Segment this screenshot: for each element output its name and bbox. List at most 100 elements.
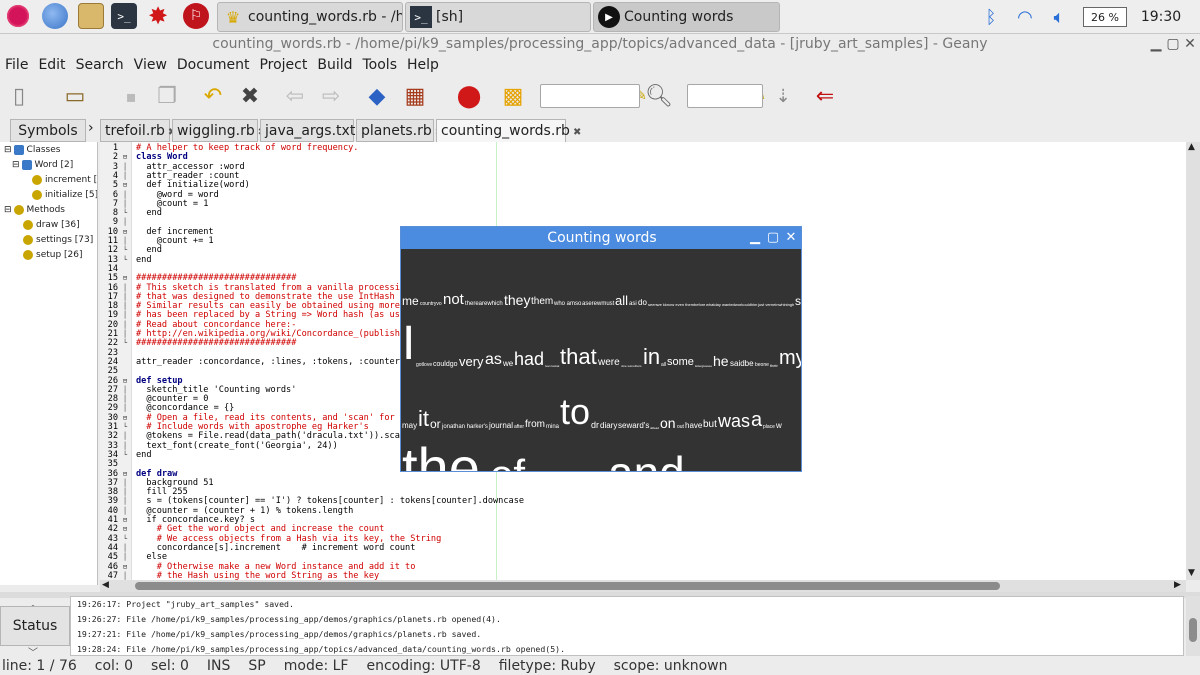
- fold-marker-icon[interactable]: │: [121, 293, 129, 302]
- menu-edit[interactable]: Edit: [38, 57, 65, 73]
- fold-marker-icon[interactable]: │: [121, 497, 129, 506]
- new-file-icon[interactable]: ▯: [4, 81, 34, 111]
- tab-scroll-arrow-icon[interactable]: ›: [88, 120, 94, 136]
- tree-methods[interactable]: ⊟ Methods: [4, 203, 65, 217]
- clock[interactable]: 19:30: [1127, 0, 1195, 34]
- fold-marker-icon[interactable]: └: [121, 246, 129, 255]
- fold-marker-icon[interactable]: │: [121, 507, 129, 516]
- fold-marker-icon[interactable]: [121, 460, 129, 469]
- menu-tools[interactable]: Tools: [363, 57, 398, 73]
- tree-initialize[interactable]: initialize [5]: [32, 188, 97, 202]
- scroll-left-icon[interactable]: ◀: [102, 580, 109, 590]
- message-scroll-thumb[interactable]: [1189, 618, 1197, 642]
- code-line[interactable]: attr_reader :concordance, :lines, :token…: [136, 357, 400, 367]
- fold-marker-icon[interactable]: ⊟: [121, 181, 129, 190]
- editor-horizontal-scrollbar[interactable]: ◀ ▶: [100, 580, 1186, 592]
- fold-marker-icon[interactable]: │: [121, 191, 129, 200]
- fold-marker-icon[interactable]: ⊟: [121, 516, 129, 525]
- save-icon[interactable]: ▪: [116, 81, 146, 111]
- close-icon[interactable]: ✕: [1182, 36, 1198, 52]
- fold-marker-icon[interactable]: └: [121, 423, 129, 432]
- scroll-up-icon[interactable]: ▲: [1188, 142, 1195, 152]
- code-line[interactable]: end: [136, 208, 162, 218]
- fold-marker-icon[interactable]: │: [121, 311, 129, 320]
- fold-marker-icon[interactable]: ⊟: [121, 274, 129, 283]
- task-counting-words[interactable]: ▶ Counting words: [593, 2, 780, 32]
- fold-marker-icon[interactable]: │: [121, 330, 129, 339]
- tree-classes[interactable]: ⊟ Classes: [4, 143, 60, 157]
- search-input[interactable]: [540, 84, 640, 108]
- fold-marker-icon[interactable]: │: [121, 432, 129, 441]
- tree-increment[interactable]: increment [1: [32, 173, 97, 187]
- tab-planets[interactable]: planets.rb✖: [356, 119, 443, 142]
- menu-document[interactable]: Document: [177, 57, 250, 73]
- code-line[interactable]: ###############################: [136, 338, 296, 348]
- wolfram-icon[interactable]: ⚐: [183, 3, 209, 29]
- fold-marker-icon[interactable]: [121, 358, 129, 367]
- code-line[interactable]: # the Hash using the word String as the …: [136, 571, 380, 580]
- tab-trefoil[interactable]: trefoil.rb✖: [100, 119, 176, 142]
- battery-indicator[interactable]: 26 %: [1083, 7, 1127, 27]
- message-scrollbar[interactable]: [1186, 596, 1200, 656]
- back-icon[interactable]: ⇦: [280, 81, 310, 111]
- fold-marker-icon[interactable]: │: [121, 479, 129, 488]
- stop-icon[interactable]: ⬤: [454, 81, 484, 111]
- file-manager-icon[interactable]: [78, 3, 104, 29]
- scroll-right-icon[interactable]: ▶: [1174, 580, 1181, 590]
- fold-marker-icon[interactable]: │: [121, 572, 129, 580]
- fold-marker-icon[interactable]: [121, 265, 129, 274]
- fold-marker-icon[interactable]: ⊟: [121, 153, 129, 162]
- fold-marker-icon[interactable]: │: [121, 488, 129, 497]
- fold-marker-icon[interactable]: ⊟: [121, 470, 129, 479]
- find-icon[interactable]: 🔍︎: [644, 81, 674, 111]
- fold-marker-icon[interactable]: [121, 144, 129, 153]
- fold-marker-icon[interactable]: │: [121, 163, 129, 172]
- quit-icon[interactable]: ⇐: [810, 81, 840, 111]
- tab-symbols[interactable]: Symbols: [10, 119, 86, 142]
- fold-marker-icon[interactable]: │: [121, 544, 129, 553]
- tab-java-args[interactable]: java_args.txt✖: [260, 119, 367, 142]
- tab-status[interactable]: Status: [0, 606, 70, 646]
- color-chooser-icon[interactable]: ▩: [498, 81, 528, 111]
- tree-setup[interactable]: setup [26]: [23, 248, 83, 262]
- scroll-down-icon[interactable]: ▼: [1188, 568, 1195, 578]
- fold-marker-icon[interactable]: │: [121, 321, 129, 330]
- fold-marker-icon[interactable]: │: [121, 237, 129, 246]
- save-all-icon[interactable]: ❐: [152, 81, 182, 111]
- editor-vertical-scrollbar[interactable]: ▲ ▼: [1186, 142, 1200, 580]
- code-line[interactable]: end: [136, 450, 152, 460]
- fold-marker-icon[interactable]: │: [121, 284, 129, 293]
- revert-icon[interactable]: ↶: [198, 81, 228, 111]
- fold-marker-icon[interactable]: [121, 349, 129, 358]
- task-geany[interactable]: ♛ counting_words.rb - /ho...: [217, 2, 403, 32]
- web-browser-icon[interactable]: [42, 3, 68, 29]
- fold-marker-icon[interactable]: │: [121, 553, 129, 562]
- goto-line-icon[interactable]: ⇣: [768, 81, 798, 111]
- math-kernel-icon[interactable]: ✸: [145, 2, 171, 30]
- code-line[interactable]: text_font(create_font('Georgia', 24)): [136, 441, 337, 451]
- fold-marker-icon[interactable]: │: [121, 302, 129, 311]
- code-line[interactable]: concordance[s].increment # increment wor…: [136, 543, 416, 553]
- menu-file[interactable]: File: [5, 57, 28, 73]
- volume-icon[interactable]: 🔈︎: [1045, 0, 1073, 34]
- wifi-icon[interactable]: ◠: [1011, 0, 1039, 34]
- menu-build[interactable]: Build: [317, 57, 352, 73]
- menu-project[interactable]: Project: [259, 57, 307, 73]
- menu-search[interactable]: Search: [76, 57, 124, 73]
- fold-marker-icon[interactable]: │: [121, 404, 129, 413]
- forward-icon[interactable]: ⇨: [316, 81, 346, 111]
- sketch-minimize-icon[interactable]: ▁: [747, 229, 763, 247]
- fold-marker-icon[interactable]: ⊟: [121, 228, 129, 237]
- fold-marker-icon[interactable]: │: [121, 200, 129, 209]
- fold-marker-icon[interactable]: │: [121, 386, 129, 395]
- tree-settings[interactable]: settings [73]: [23, 233, 93, 247]
- tab-counting-words[interactable]: counting_words.rb ✖: [436, 119, 581, 142]
- maximize-icon[interactable]: ▢: [1165, 36, 1181, 52]
- fold-marker-icon[interactable]: └: [121, 209, 129, 218]
- tree-draw[interactable]: draw [36]: [23, 218, 80, 232]
- terminal-icon[interactable]: >_: [111, 3, 137, 29]
- fold-marker-icon[interactable]: ⊟: [121, 563, 129, 572]
- compile-icon[interactable]: ◆: [362, 81, 392, 111]
- menu-help[interactable]: Help: [407, 57, 439, 73]
- fold-marker-icon[interactable]: [121, 367, 129, 376]
